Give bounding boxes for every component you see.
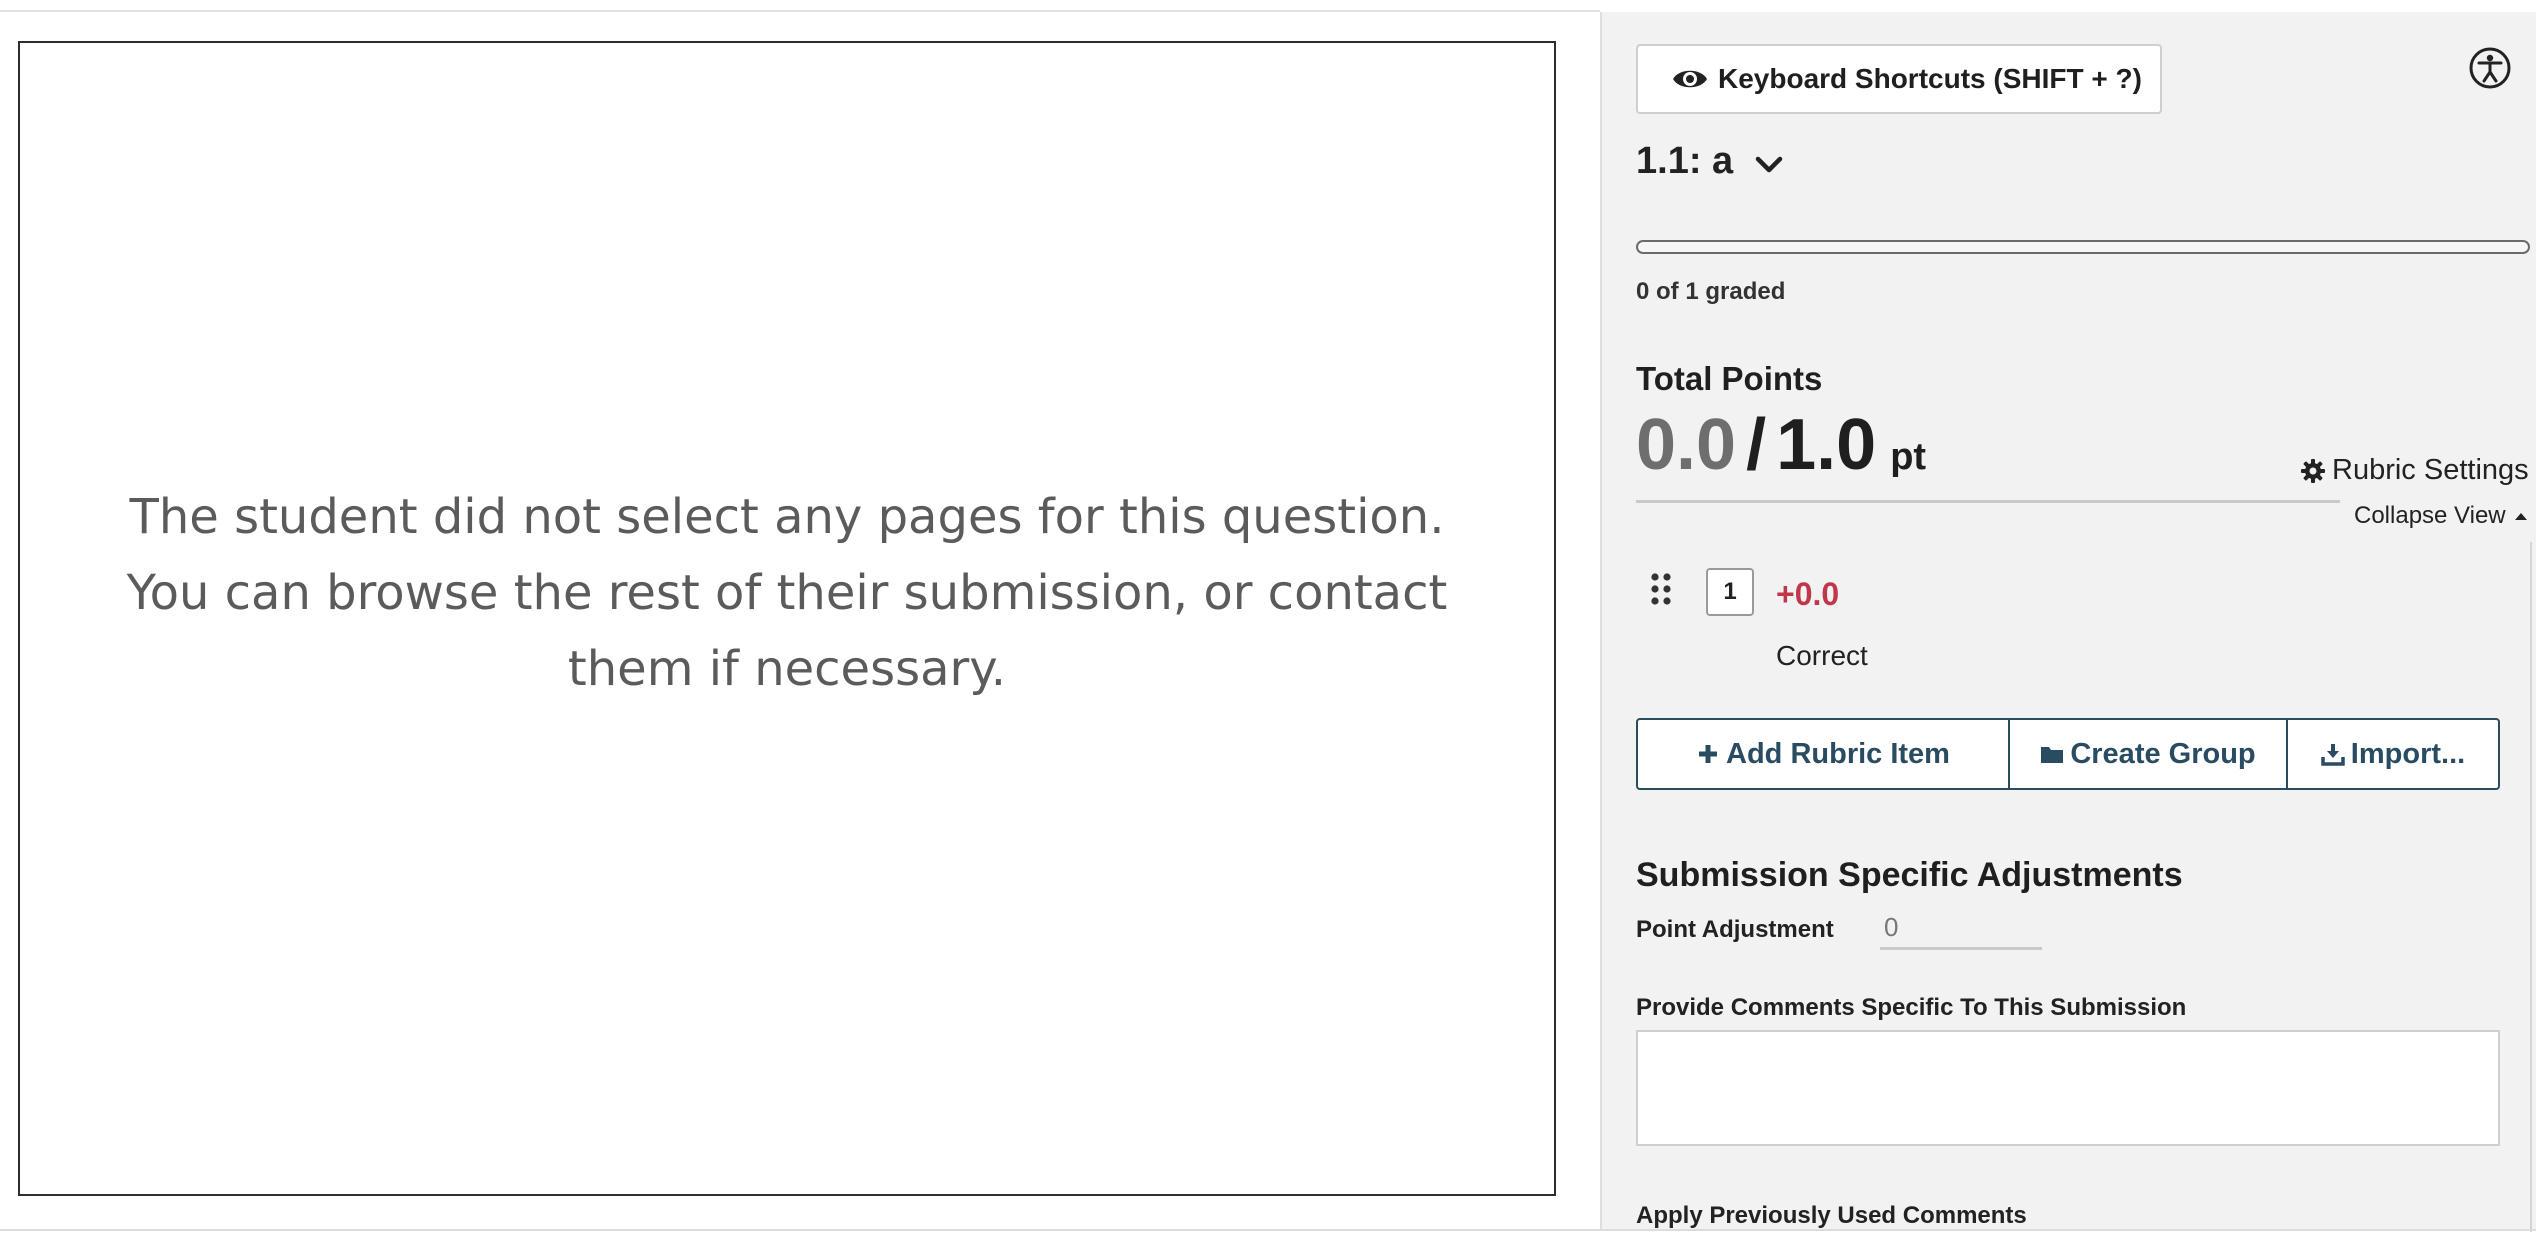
create-group-label: Create Group	[2070, 737, 2256, 770]
drag-handle-icon[interactable]	[1650, 572, 1672, 606]
comments-label: Provide Comments Specific To This Submis…	[1636, 994, 2187, 1021]
grading-panel: Keyboard Shortcuts (SHIFT + ?) 1.1: a 0 …	[1600, 12, 2536, 1232]
rubric-settings-label: Rubric Settings	[2332, 454, 2529, 486]
question-label: 1.1: a	[1636, 140, 1734, 182]
rubric-item-key[interactable]: 1	[1706, 568, 1754, 616]
score-unit: pt	[1890, 436, 1927, 478]
download-icon	[2321, 744, 2345, 766]
score-current: 0.0	[1636, 405, 1737, 485]
submission-viewer: The student did not select any pages for…	[18, 41, 1556, 1196]
no-pages-message: The student did not select any pages for…	[117, 479, 1457, 707]
accessibility-icon[interactable]	[2468, 46, 2512, 90]
point-adjustment-label: Point Adjustment	[1636, 916, 1834, 943]
score-max: 1.0	[1776, 405, 1877, 485]
caret-up-icon	[2514, 513, 2527, 520]
adjustments-title: Submission Specific Adjustments	[1636, 856, 2183, 894]
keyboard-shortcuts-button[interactable]: Keyboard Shortcuts (SHIFT + ?)	[1636, 44, 2162, 114]
grading-progress-bar	[1636, 240, 2530, 254]
no-pages-message-line-2: You can browse the rest of their submiss…	[126, 564, 1448, 621]
score-separator: /	[1746, 405, 1767, 485]
no-pages-message-line-3: them if necessary.	[567, 640, 1007, 697]
point-adjustment-input[interactable]	[1880, 908, 2042, 950]
bottom-border	[0, 1229, 2536, 1231]
plus-icon	[1699, 745, 1718, 763]
create-group-button[interactable]: Create Group	[2008, 720, 2286, 788]
apply-previous-comments-label: Apply Previously Used Comments	[1636, 1202, 2027, 1229]
comments-textarea[interactable]	[1636, 1030, 2500, 1146]
rubric-item-description[interactable]: Correct	[1776, 640, 1868, 672]
chevron-down-icon	[1755, 156, 1783, 172]
collapse-view-button[interactable]: Collapse View	[2354, 502, 2528, 530]
rubric-item[interactable]: 1 +0.0 Correct	[1636, 552, 2496, 682]
add-rubric-item-label: Add Rubric Item	[1726, 737, 1950, 770]
import-label: Import...	[2350, 737, 2466, 770]
total-points-label: Total Points	[1636, 360, 1823, 397]
eye-icon	[1673, 70, 1707, 88]
graded-status: 0 of 1 graded	[1636, 278, 1786, 305]
no-pages-message-line-1: The student did not select any pages for…	[129, 488, 1445, 545]
keyboard-shortcuts-label: Keyboard Shortcuts (SHIFT + ?)	[1718, 63, 2142, 94]
gear-icon	[2301, 458, 2325, 483]
question-selector[interactable]: 1.1: a	[1636, 140, 1783, 183]
collapse-view-label: Collapse View	[2354, 502, 2506, 529]
rubric-settings-button[interactable]: Rubric Settings	[2300, 454, 2529, 487]
add-rubric-item-button[interactable]: Add Rubric Item	[1638, 720, 2008, 788]
total-points-score: 0.0 / 1.0 pt	[1636, 404, 1926, 486]
rubric-actions: Add Rubric Item Create Group Import...	[1636, 718, 2500, 790]
import-button[interactable]: Import...	[2286, 720, 2498, 788]
scroll-edge	[2530, 542, 2532, 1232]
score-divider	[1636, 500, 2340, 503]
folder-icon	[2041, 747, 2064, 763]
rubric-item-points[interactable]: +0.0	[1776, 576, 1839, 613]
top-border	[0, 10, 1600, 12]
